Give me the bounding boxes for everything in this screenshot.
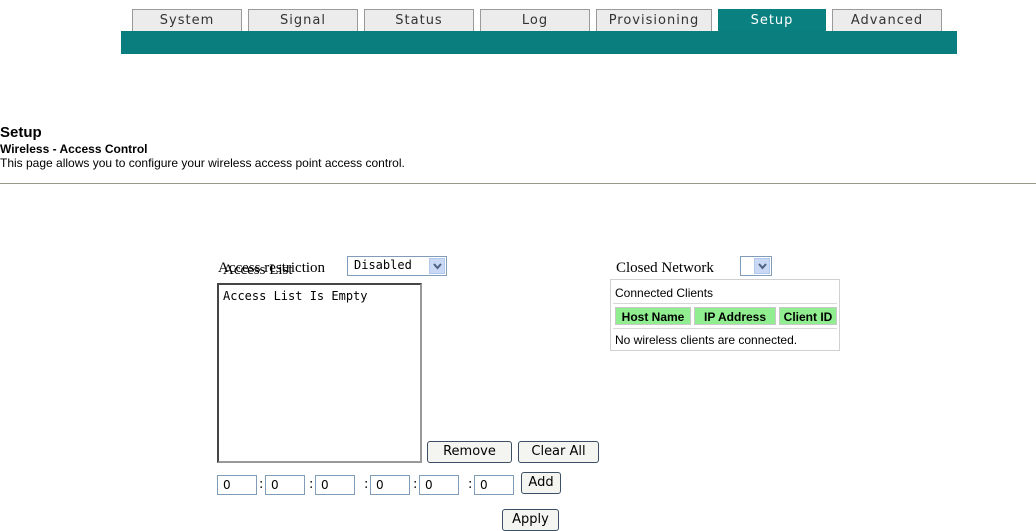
tab-underline-bar — [121, 31, 957, 54]
top-nav-tabs: System Signal Status Log Provisioning Se… — [132, 9, 952, 32]
mac-separator: : — [364, 477, 369, 492]
access-list-label: Access List — [223, 262, 293, 278]
clear-all-button[interactable]: Clear All — [518, 441, 599, 463]
list-item[interactable]: Access List Is Empty — [223, 289, 368, 303]
add-button[interactable]: Add — [521, 472, 561, 494]
closed-network-select[interactable] — [740, 256, 772, 276]
access-list-box[interactable]: Access List Is Empty — [217, 283, 422, 463]
column-header-ip-address: IP Address — [694, 307, 776, 325]
empty-clients-message: No wireless clients are connected. — [615, 333, 798, 347]
column-header-host-name: Host Name — [615, 307, 691, 325]
tab-setup[interactable]: Setup — [718, 9, 826, 32]
page-subtitle: Wireless - Access Control — [0, 142, 148, 156]
tab-provisioning[interactable]: Provisioning — [596, 9, 712, 31]
tab-system[interactable]: System — [132, 9, 242, 31]
mac-octet-5-input[interactable]: 0 — [419, 475, 459, 495]
divider — [0, 183, 1036, 184]
tab-signal[interactable]: Signal — [248, 9, 358, 31]
page-title: Setup — [0, 124, 42, 141]
mac-separator: : — [259, 477, 264, 492]
tab-advanced[interactable]: Advanced — [832, 9, 942, 31]
mac-octet-1-input[interactable]: 0 — [217, 475, 257, 495]
tab-status[interactable]: Status — [364, 9, 474, 31]
remove-button[interactable]: Remove — [427, 441, 512, 463]
access-restriction-select[interactable]: Disabled — [347, 256, 447, 276]
table-divider — [613, 328, 837, 329]
mac-separator: : — [309, 477, 314, 492]
chevron-down-icon — [754, 258, 770, 274]
table-divider — [613, 303, 837, 304]
apply-button[interactable]: Apply — [502, 509, 559, 531]
page-description: This page allows you to configure your w… — [0, 156, 405, 170]
mac-separator: : — [413, 477, 418, 492]
mac-separator: : — [468, 477, 473, 492]
chevron-down-icon — [429, 258, 445, 274]
closed-network-label: Closed Network — [616, 260, 714, 276]
access-restriction-value: Disabled — [354, 258, 412, 272]
mac-octet-3-input[interactable]: 0 — [315, 475, 355, 495]
connected-clients-table: Connected Clients Host Name IP Address C… — [610, 279, 840, 351]
tab-log[interactable]: Log — [480, 9, 590, 31]
column-header-client-id: Client ID — [779, 307, 837, 325]
mac-octet-6-input[interactable]: 0 — [474, 475, 514, 495]
mac-octet-2-input[interactable]: 0 — [265, 475, 305, 495]
mac-octet-4-input[interactable]: 0 — [370, 475, 410, 495]
connected-clients-title: Connected Clients — [615, 286, 714, 300]
